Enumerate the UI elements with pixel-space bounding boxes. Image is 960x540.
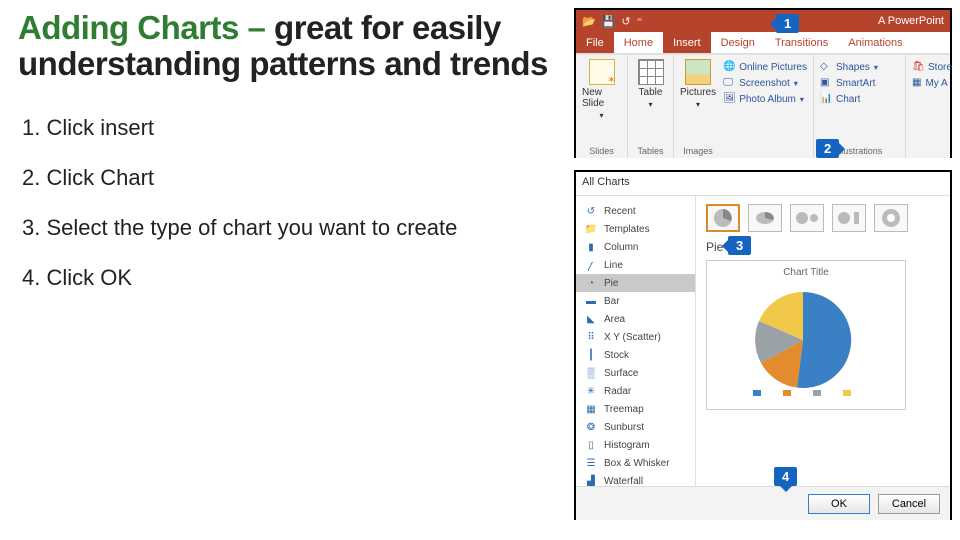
waterfall-icon: ▟ bbox=[584, 475, 598, 486]
group-addins: 🛍Store ▦My A bbox=[906, 55, 950, 158]
box-whisker-icon: ☰ bbox=[584, 457, 598, 469]
ribbon-body: ✶ New Slide ▾ Slides Table ▾ Tables Pict… bbox=[576, 54, 950, 158]
tab-design[interactable]: Design bbox=[711, 32, 765, 53]
pie-chart-svg bbox=[713, 278, 893, 398]
cat-recent[interactable]: ↺Recent bbox=[576, 202, 695, 220]
cat-column[interactable]: ▮Column bbox=[576, 238, 695, 256]
subtype-pie[interactable] bbox=[706, 204, 740, 232]
images-mini-buttons: 🌐Online Pictures 🖵Screenshot ▾ 🖼Photo Al… bbox=[723, 59, 807, 156]
cat-surface[interactable]: ▒Surface bbox=[576, 364, 695, 382]
cancel-button[interactable]: Cancel bbox=[878, 494, 940, 514]
callout-3: 3 bbox=[728, 236, 751, 255]
insert-chart-dialog: All Charts ↺Recent 📁Templates ▮Column 〳L… bbox=[574, 170, 952, 520]
chart-button[interactable]: 📊Chart bbox=[820, 93, 899, 105]
column-icon: ▮ bbox=[584, 241, 598, 253]
smartart-icon: ▣ bbox=[820, 77, 832, 89]
cat-histogram[interactable]: ▯Histogram bbox=[576, 436, 695, 454]
app-title-hint: A PowerPoint bbox=[878, 15, 944, 27]
tab-insert[interactable]: Insert bbox=[663, 32, 711, 53]
cat-pie[interactable]: ◔Pie bbox=[576, 274, 695, 292]
scatter-icon: ⠿ bbox=[584, 331, 598, 343]
folder-open-icon[interactable]: 📂 bbox=[582, 15, 596, 28]
shapes-icon: ◇ bbox=[820, 61, 832, 73]
subtype-doughnut[interactable] bbox=[874, 204, 908, 232]
radar-icon: ✳ bbox=[584, 385, 598, 397]
group-tables: Table ▾ Tables bbox=[628, 55, 674, 158]
screenshot-icon: 🖵 bbox=[723, 77, 735, 89]
cat-boxwhisker[interactable]: ☰Box & Whisker bbox=[576, 454, 695, 472]
subtype-pie-of-pie[interactable] bbox=[790, 204, 824, 232]
customize-icon[interactable]: ⁼ bbox=[637, 15, 643, 28]
ribbon-screenshot: 📂 💾 ↺ ⁼ A PowerPoint File Home Insert De… bbox=[574, 8, 952, 158]
store-icon: 🛍 bbox=[912, 61, 924, 73]
undo-icon[interactable]: ↺ bbox=[621, 15, 630, 28]
photo-album-icon: 🖼 bbox=[723, 93, 735, 105]
cat-templates[interactable]: 📁Templates bbox=[576, 220, 695, 238]
histogram-icon: ▯ bbox=[584, 439, 598, 451]
stock-icon: ┃ bbox=[584, 349, 598, 361]
sunburst-icon: ❂ bbox=[584, 421, 598, 433]
save-icon[interactable]: 💾 bbox=[602, 15, 616, 28]
new-slide-icon: ✶ bbox=[589, 59, 615, 85]
addins-icon: ▦ bbox=[912, 77, 921, 89]
chart-subtypes bbox=[706, 204, 940, 232]
recent-icon: ↺ bbox=[584, 205, 598, 217]
cat-area[interactable]: ◣Area bbox=[576, 310, 695, 328]
screenshot-button[interactable]: 🖵Screenshot ▾ bbox=[723, 77, 807, 89]
tab-file[interactable]: File bbox=[576, 32, 614, 53]
dialog-footer: OK Cancel bbox=[576, 486, 950, 520]
photo-album-button[interactable]: 🖼Photo Album ▾ bbox=[723, 93, 807, 105]
cat-bar[interactable]: ▬Bar bbox=[576, 292, 695, 310]
chart-preview: Chart Title bbox=[706, 260, 906, 410]
cat-sunburst[interactable]: ❂Sunburst bbox=[576, 418, 695, 436]
cat-waterfall[interactable]: ▟Waterfall bbox=[576, 472, 695, 486]
chart-category-list: ↺Recent 📁Templates ▮Column 〳Line ◔Pie ▬B… bbox=[576, 196, 696, 486]
cat-line[interactable]: 〳Line bbox=[576, 256, 695, 274]
subtype-bar-of-pie[interactable] bbox=[832, 204, 866, 232]
smartart-button[interactable]: ▣SmartArt bbox=[820, 77, 899, 89]
dialog-tab[interactable]: All Charts bbox=[576, 172, 950, 196]
surface-icon: ▒ bbox=[584, 367, 598, 379]
callout-4: 4 bbox=[774, 467, 797, 486]
cat-radar[interactable]: ✳Radar bbox=[576, 382, 695, 400]
callout-1: 1 bbox=[776, 14, 799, 33]
line-icon: 〳 bbox=[584, 259, 598, 271]
ribbon-tabs: File Home Insert Design Transitions Anim… bbox=[576, 32, 950, 54]
cat-scatter[interactable]: ⠿X Y (Scatter) bbox=[576, 328, 695, 346]
cat-stock[interactable]: ┃Stock bbox=[576, 346, 695, 364]
bar-icon: ▬ bbox=[584, 295, 598, 307]
subtype-pie-3d[interactable] bbox=[748, 204, 782, 232]
title-green: Adding Charts – bbox=[18, 9, 274, 46]
callout-2: 2 bbox=[816, 139, 839, 158]
pie-icon: ◔ bbox=[584, 277, 598, 289]
chart-preview-title: Chart Title bbox=[713, 267, 899, 278]
chart-icon: 📊 bbox=[820, 93, 832, 105]
group-images: Pictures ▾ Images 🌐Online Pictures 🖵Scre… bbox=[674, 55, 814, 158]
ok-button[interactable]: OK bbox=[808, 494, 870, 514]
treemap-icon: ▦ bbox=[584, 403, 598, 415]
table-button[interactable]: Table ▾ bbox=[634, 59, 667, 109]
my-addins-button[interactable]: ▦My A bbox=[912, 77, 944, 89]
table-icon bbox=[638, 59, 664, 85]
online-pictures-icon: 🌐 bbox=[723, 61, 735, 73]
templates-icon: 📁 bbox=[584, 223, 598, 235]
pictures-button[interactable]: Pictures ▾ bbox=[680, 59, 716, 109]
shapes-button[interactable]: ◇Shapes▾ bbox=[820, 61, 899, 73]
tab-transitions[interactable]: Transitions bbox=[765, 32, 838, 53]
pictures-icon bbox=[685, 59, 711, 85]
area-icon: ◣ bbox=[584, 313, 598, 325]
cat-treemap[interactable]: ▦Treemap bbox=[576, 400, 695, 418]
tab-animations[interactable]: Animations bbox=[838, 32, 912, 53]
new-slide-button[interactable]: ✶ New Slide ▾ bbox=[582, 59, 621, 120]
group-slides: ✶ New Slide ▾ Slides bbox=[576, 55, 628, 158]
quick-access-toolbar: 📂 💾 ↺ ⁼ A PowerPoint bbox=[576, 10, 950, 32]
online-pictures-button[interactable]: 🌐Online Pictures bbox=[723, 61, 807, 73]
slide-title: Adding Charts – great for easily underst… bbox=[18, 10, 558, 83]
store-button[interactable]: 🛍Store bbox=[912, 61, 944, 73]
tab-home[interactable]: Home bbox=[614, 32, 663, 53]
